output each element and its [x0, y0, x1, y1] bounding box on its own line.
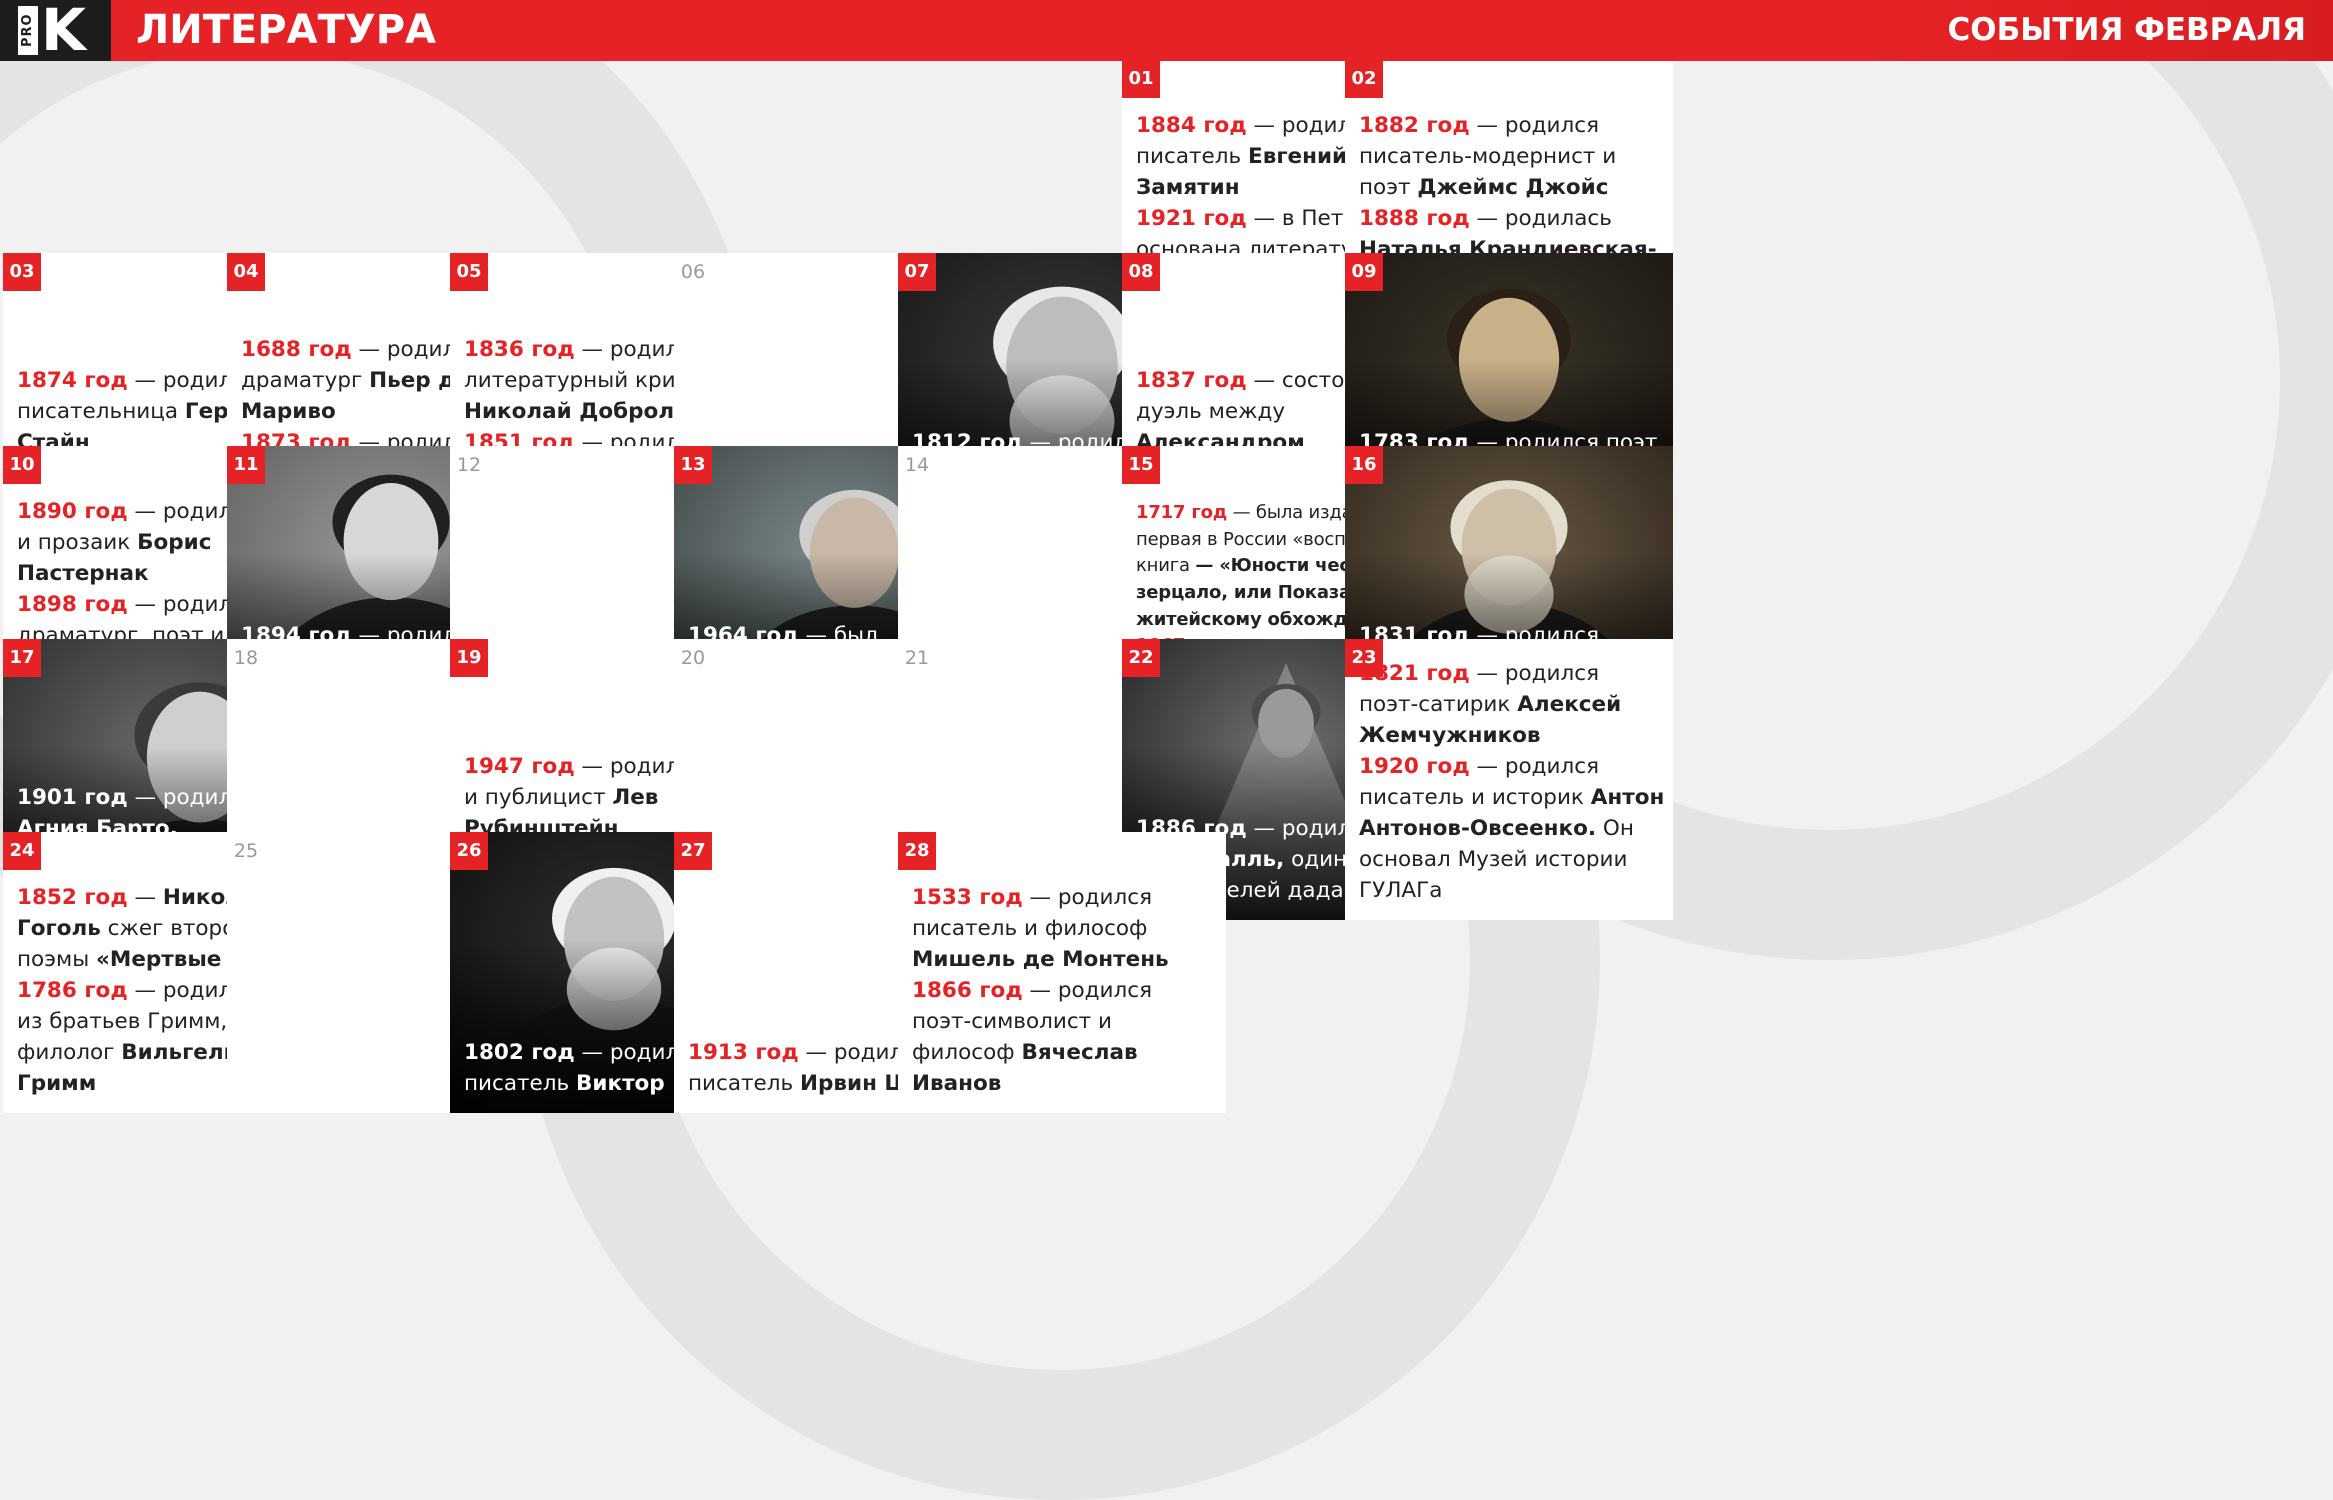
- event-year: 1901 год: [17, 785, 128, 810]
- day-number-badge: 24: [3, 832, 41, 870]
- event-year: 1821 год: [1359, 661, 1470, 686]
- day-number-badge: 09: [1345, 253, 1383, 291]
- event-year: 1884 год: [1136, 113, 1247, 138]
- event-text: — родилась: [1469, 206, 1612, 231]
- day-number-badge: 17: [3, 639, 41, 677]
- event-year: 1837 год: [1136, 368, 1247, 393]
- event-year: 1920 год: [1359, 754, 1470, 779]
- calendar-page: PRO K ЛИТЕРАТУРА СОБЫТИЯ ФЕВРАЛЯ 01 1884 …: [0, 0, 2333, 1500]
- event-entry: 1866 год — родился поэт-символист и фило…: [912, 975, 1218, 1099]
- event-year: 1874 год: [17, 368, 128, 393]
- event-text: —: [127, 885, 163, 910]
- day-number-badge: 11: [227, 446, 265, 484]
- event-year: 1882 год: [1359, 113, 1470, 138]
- day-number-badge: 07: [898, 253, 936, 291]
- event-year: 1688 год: [241, 337, 352, 362]
- day-number-badge: 08: [1122, 253, 1160, 291]
- header-bar: PRO K ЛИТЕРАТУРА СОБЫТИЯ ФЕВРАЛЯ: [0, 0, 2333, 61]
- day-number-badge: 01: [1122, 60, 1160, 98]
- day-number-badge: 28: [898, 832, 936, 870]
- day-number-badge: 12: [456, 454, 482, 476]
- day-cell-23[interactable]: 23 1821 год — родился поэт-сатирик Алексе…: [1345, 639, 1673, 920]
- event-subject: Мишель де Монтень: [912, 947, 1169, 972]
- day-number-badge: 06: [680, 261, 706, 283]
- event-year: 1866 год: [912, 978, 1023, 1003]
- event-entry: 1821 год — родился поэт-сатирик Алексей …: [1359, 658, 1665, 751]
- day-number-badge: 20: [680, 647, 706, 669]
- event-year: 1533 год: [912, 885, 1023, 910]
- day-number-badge: 13: [674, 446, 712, 484]
- event-year: 1717 год: [1136, 502, 1228, 524]
- page-title: ЛИТЕРАТУРА: [136, 7, 436, 53]
- day-number-badge: 10: [3, 446, 41, 484]
- day-number-badge: 15: [1122, 446, 1160, 484]
- day-number-badge: 25: [233, 840, 259, 862]
- day-number-badge: 22: [1122, 639, 1160, 677]
- event-year: 1888 год: [1359, 206, 1470, 231]
- day-cell-28[interactable]: 28 1533 год — родился писатель и философ …: [898, 832, 1226, 1113]
- day-number-badge: 16: [1345, 446, 1383, 484]
- event-year: 1836 год: [464, 337, 575, 362]
- event-subject: Джеймс Джойс: [1417, 175, 1609, 200]
- day-number-badge: 04: [227, 253, 265, 291]
- day-number-badge: 02: [1345, 60, 1383, 98]
- day-events: 1533 год — родился писатель и философ Ми…: [912, 882, 1218, 1099]
- event-entry: 1920 год — родился писатель и историк Ан…: [1359, 751, 1665, 906]
- event-year: 1898 год: [17, 592, 128, 617]
- event-year: 1913 год: [688, 1040, 799, 1065]
- event-entry: 1882 год — родился писатель-модернист и …: [1359, 110, 1665, 203]
- event-year: 1890 год: [17, 499, 128, 524]
- day-number-badge: 26: [450, 832, 488, 870]
- event-year: 1802 год: [464, 1040, 575, 1065]
- day-number-badge: 14: [904, 454, 930, 476]
- logo-letter: K: [41, 0, 86, 64]
- event-year: 1921 год: [1136, 206, 1247, 231]
- day-number-badge: 18: [233, 647, 259, 669]
- day-number-badge: 21: [904, 647, 930, 669]
- event-entry: 1533 год — родился писатель и философ Ми…: [912, 882, 1218, 975]
- day-events: 1821 год — родился поэт-сатирик Алексей …: [1359, 658, 1665, 906]
- event-year: 1852 год: [17, 885, 128, 910]
- day-number-badge: 27: [674, 832, 712, 870]
- logo-pro-label: PRO: [18, 6, 38, 55]
- logo[interactable]: PRO K: [0, 0, 111, 61]
- day-number-badge: 03: [3, 253, 41, 291]
- event-year: 1786 год: [17, 978, 128, 1003]
- event-year: 1947 год: [464, 754, 575, 779]
- page-subtitle: СОБЫТИЯ ФЕВРАЛЯ: [1947, 12, 2306, 48]
- day-number-badge: 19: [450, 639, 488, 677]
- day-number-badge: 05: [450, 253, 488, 291]
